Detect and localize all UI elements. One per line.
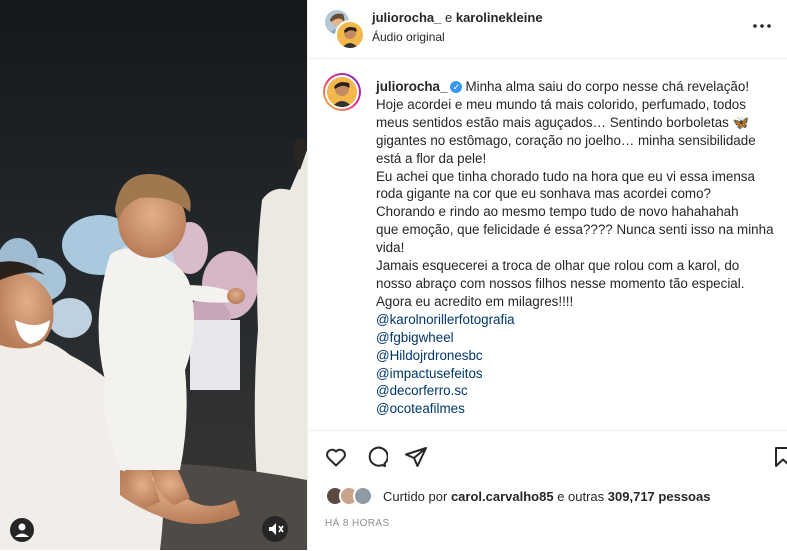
caption-line: vida! <box>376 240 405 256</box>
post-timestamp[interactable]: HÁ 8 HORAS <box>325 518 390 529</box>
mute-icon[interactable] <box>262 516 288 542</box>
caption-text: juliorocha_ ✓ Minha alma saiu do corpo nes… <box>376 78 776 418</box>
liked-by-prefix: Curtido por <box>383 489 448 504</box>
caption-line: Eu achei que tinha chorado tudo na hora … <box>376 168 755 184</box>
mention-link[interactable]: @fgbigwheel <box>376 329 776 347</box>
caption-line: meus sentidos estão mais aguçados… Senti… <box>376 114 750 130</box>
more-options-icon[interactable] <box>750 14 774 43</box>
audio-label[interactable]: Áudio original <box>372 30 445 44</box>
post-panel: juliorocha_ e karolinekleine Áudio origi… <box>307 0 787 550</box>
share-icon[interactable] <box>404 445 428 469</box>
caption-line: Agora eu acredito em milagres!!!! <box>376 293 574 309</box>
likes-count[interactable]: 309,717 <box>608 489 655 504</box>
mention-link[interactable]: @impactusefeitos <box>376 365 776 383</box>
username-karolinekleine[interactable]: karolinekleine <box>456 10 543 25</box>
post-actions: Curtido por carol.carvalho85 e outras 30… <box>308 430 787 551</box>
caption-line: nosso abraço com nossos filhos nesse mom… <box>376 275 745 291</box>
post-media[interactable] <box>0 0 307 550</box>
likes-suffix[interactable]: pessoas <box>658 489 710 504</box>
avatar-juliorocha[interactable] <box>335 20 365 50</box>
collab-connector: e <box>444 10 453 25</box>
collab-avatars[interactable] <box>323 8 365 50</box>
mention-link[interactable]: @Hildojrdronesbc <box>376 347 776 365</box>
caption-line: que emoção, que felicidade é essa???? Nu… <box>376 222 774 238</box>
mention-link[interactable]: @karolnorillerfotografia <box>376 311 776 329</box>
caption-line: roda gigante na cor que eu sonhava mas a… <box>376 186 711 202</box>
caption-line: está a flor da pele! <box>376 150 487 166</box>
post-caption: juliorocha_ ✓ Minha alma saiu do corpo nes… <box>308 59 787 429</box>
caption-avatar[interactable] <box>323 73 361 111</box>
caption-line: gigantes no estômago, coração no joelho…… <box>376 132 756 148</box>
liker-avatar <box>353 486 373 506</box>
caption-line: Hoje acordei e meu mundo tá mais colorid… <box>376 96 746 112</box>
caption-line: Chorando e rindo ao mesmo tempo tudo de … <box>376 204 739 220</box>
caption-line: Minha alma saiu do corpo nesse chá revel… <box>465 79 750 94</box>
comment-icon[interactable] <box>364 445 389 469</box>
liked-by-text: Curtido por carol.carvalho85 e outras 30… <box>383 489 710 504</box>
heart-icon[interactable] <box>324 445 348 469</box>
collab-usernames: juliorocha_ e karolinekleine <box>372 10 543 25</box>
verified-badge-icon: ✓ <box>450 81 463 94</box>
liked-by-user[interactable]: carol.carvalho85 <box>451 489 554 504</box>
mention-link[interactable]: @decorferro.sc <box>376 382 776 400</box>
post-photo <box>0 0 307 550</box>
mention-link[interactable]: @ocoteafilmes <box>376 400 776 418</box>
user-tag-icon[interactable] <box>10 518 34 542</box>
username-juliorocha[interactable]: juliorocha_ <box>372 10 441 25</box>
bookmark-icon[interactable] <box>771 445 787 469</box>
post-header: juliorocha_ e karolinekleine Áudio origi… <box>308 0 787 59</box>
caption-username[interactable]: juliorocha_ <box>376 79 447 94</box>
liked-by-middle: e outras <box>557 489 605 504</box>
caption-line: Jamais esquecerei a troca de olhar que r… <box>376 258 740 274</box>
